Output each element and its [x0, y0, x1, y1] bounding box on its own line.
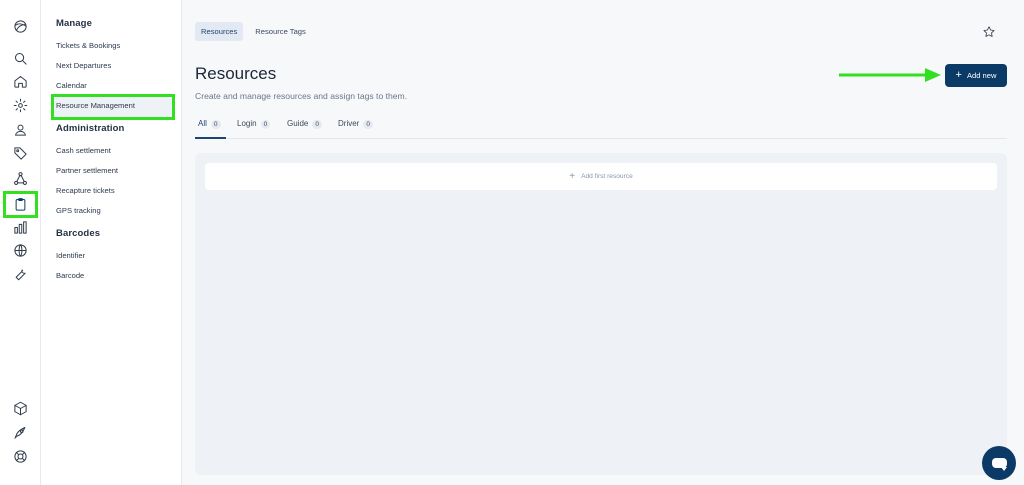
filter-tab-all[interactable]: All 0 [195, 114, 226, 139]
filter-tab-count: 0 [312, 120, 322, 129]
filter-tab-count: 0 [210, 120, 221, 129]
search-icon[interactable] [8, 47, 32, 69]
app-window: Manage Tickets & Bookings Next Departure… [0, 0, 1024, 485]
globe-icon[interactable] [8, 239, 32, 261]
top-tabs: Resources Resource Tags [195, 22, 312, 41]
annotation-arrow [839, 68, 941, 82]
section-manage: Manage [56, 18, 92, 29]
sidebar-item-gps-tracking[interactable]: GPS tracking [56, 206, 101, 215]
add-first-resource-button[interactable]: + Add first resource [205, 163, 997, 190]
chat-icon [991, 458, 1007, 471]
tab-resources[interactable]: Resources [195, 22, 244, 41]
filter-tab-count: 0 [363, 120, 373, 129]
section-administration: Administration [56, 123, 125, 134]
add-new-button[interactable]: + Add new [945, 64, 1007, 87]
settings-icon[interactable] [8, 94, 32, 116]
sidebar-item-tickets-bookings[interactable]: Tickets & Bookings [56, 41, 120, 50]
chat-button[interactable] [982, 446, 1016, 480]
main-content: Resources Resource Tags Resources Create… [182, 0, 1024, 485]
tag-icon[interactable] [8, 142, 32, 164]
page-subtitle: Create and manage resources and assign t… [195, 91, 408, 101]
filter-tab-label: Driver [338, 119, 360, 128]
logo-icon[interactable] [8, 15, 32, 37]
icon-rail [0, 0, 41, 485]
section-barcodes: Barcodes [56, 228, 101, 239]
network-icon[interactable] [8, 167, 32, 189]
filter-tab-label: All [198, 119, 207, 128]
filter-tab-login[interactable]: Login 0 [237, 114, 271, 139]
sidebar-item-partner-settlement[interactable]: Partner settlement [56, 166, 118, 175]
filter-tab-guide[interactable]: Guide 0 [287, 114, 322, 139]
clipboard-icon[interactable] [8, 193, 32, 215]
box-icon[interactable] [8, 397, 32, 419]
filter-tabs: All 0 Login 0 Guide 0 Driver 0 [195, 114, 1007, 139]
help-icon[interactable] [8, 445, 32, 467]
sidebar-item-next-departures[interactable]: Next Departures [56, 61, 111, 70]
sidebar-item-resource-management[interactable]: Resource Management [52, 95, 174, 118]
plus-icon: + [569, 171, 576, 182]
sidebar-item-recapture-tickets[interactable]: Recapture tickets [56, 186, 115, 195]
star-icon[interactable] [982, 25, 996, 39]
sidebar-item-cash-settlement[interactable]: Cash settlement [56, 146, 111, 155]
wrench-icon[interactable] [8, 262, 32, 284]
add-new-label: Add new [966, 71, 997, 80]
filter-tab-count: 0 [260, 120, 271, 129]
add-first-resource-label: Add first resource [581, 173, 633, 180]
page-title: Resources [195, 64, 277, 83]
home-icon[interactable] [8, 70, 32, 92]
rocket-icon[interactable] [8, 421, 32, 443]
filter-tab-driver[interactable]: Driver 0 [338, 114, 373, 139]
sidebar-item-identifier[interactable]: Identifier [56, 251, 85, 260]
plus-icon: + [955, 69, 962, 81]
user-icon[interactable] [8, 118, 32, 140]
filter-tab-label: Guide [287, 119, 309, 128]
sidebar-item-calendar[interactable]: Calendar [56, 81, 87, 90]
chart-icon[interactable] [8, 216, 32, 238]
resources-panel: + Add first resource [195, 153, 1007, 475]
sidebar-item-barcode[interactable]: Barcode [56, 271, 84, 280]
sub-sidebar: Manage Tickets & Bookings Next Departure… [41, 0, 182, 485]
tab-resource-tags[interactable]: Resource Tags [249, 22, 312, 41]
filter-tab-label: Login [237, 119, 257, 128]
